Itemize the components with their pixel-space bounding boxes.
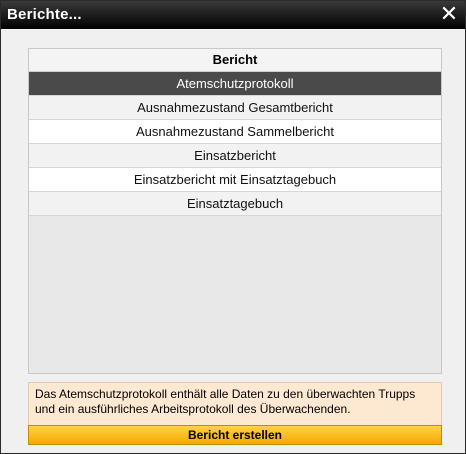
- window-title: Berichte...: [7, 6, 82, 23]
- table-row[interactable]: Atemschutzprotokoll: [29, 72, 441, 96]
- table-row[interactable]: Ausnahmezustand Sammelbericht: [29, 120, 441, 144]
- report-list: Atemschutzprotokoll Ausnahmezustand Gesa…: [29, 72, 441, 216]
- column-header-bericht[interactable]: Bericht: [29, 49, 441, 72]
- reports-dialog: Berichte... ✕ Bericht Atemschutzprotokol…: [0, 0, 466, 454]
- create-report-button[interactable]: Bericht erstellen: [28, 425, 442, 445]
- close-icon[interactable]: ✕: [439, 3, 459, 25]
- title-bar[interactable]: Berichte... ✕: [1, 1, 465, 29]
- table-row[interactable]: Einsatzbericht mit Einsatztagebuch: [29, 168, 441, 192]
- report-table: Bericht Atemschutzprotokoll Ausnahmezust…: [28, 48, 442, 374]
- table-row[interactable]: Einsatzbericht: [29, 144, 441, 168]
- dialog-body: Bericht Atemschutzprotokoll Ausnahmezust…: [1, 29, 465, 453]
- table-row[interactable]: Einsatztagebuch: [29, 192, 441, 216]
- table-row[interactable]: Ausnahmezustand Gesamtbericht: [29, 96, 441, 120]
